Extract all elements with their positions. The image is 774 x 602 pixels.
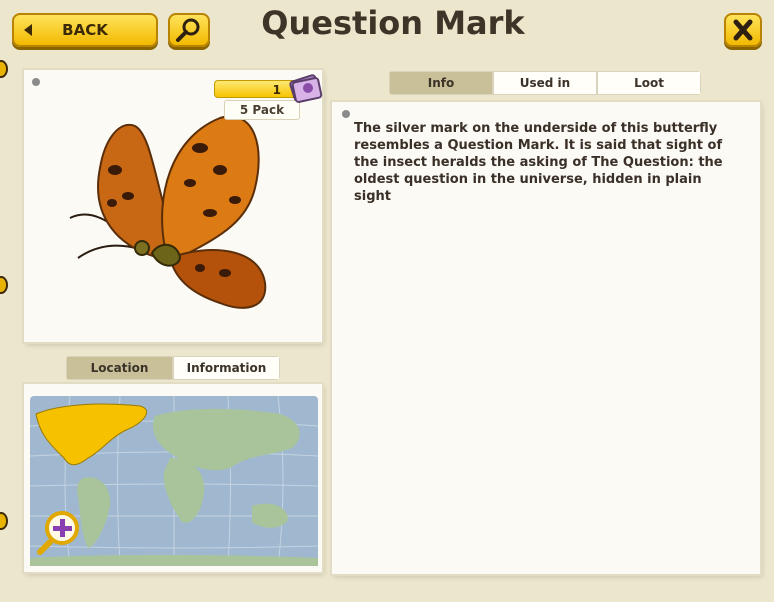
close-x-icon (733, 19, 753, 41)
close-button[interactable] (724, 13, 762, 47)
pin (32, 78, 40, 86)
info-tabs: Info Used in Loot (389, 71, 701, 95)
location-tabs: Location Information (66, 356, 280, 380)
butterfly-illustration (69, 115, 267, 309)
tab-loot[interactable]: Loot (597, 71, 701, 95)
tab-used-in[interactable]: Used in (493, 71, 597, 95)
item-description: The silver mark on the underside of this… (354, 121, 723, 204)
zoom-in-icon[interactable] (36, 508, 84, 556)
back-button[interactable]: BACK (12, 13, 158, 47)
tab-info[interactable]: Info (389, 71, 493, 95)
quantity-bar: 1 (214, 80, 298, 98)
back-button-label: BACK (62, 21, 108, 39)
side-ornament (0, 276, 8, 294)
side-ornament (0, 60, 8, 78)
page-title: Question Mark (261, 4, 525, 42)
pin (342, 110, 350, 118)
left-arrow-icon (24, 24, 32, 36)
card-pack-icon (289, 74, 323, 103)
tab-location[interactable]: Location (66, 356, 173, 380)
side-ornament (0, 512, 8, 530)
tab-information[interactable]: Information (173, 356, 280, 380)
